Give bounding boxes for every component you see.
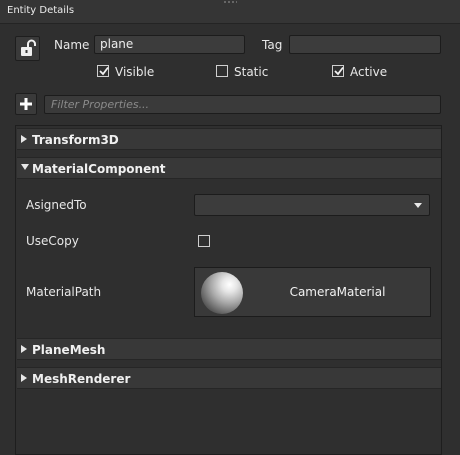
materialpath-value: CameraMaterial bbox=[289, 285, 386, 299]
add-component-button[interactable] bbox=[15, 93, 37, 115]
materialpath-field[interactable]: CameraMaterial bbox=[194, 267, 431, 317]
triangle-right-icon bbox=[21, 345, 27, 353]
panel-titlebar: Entity Details bbox=[0, 0, 460, 24]
section-meshrenderer[interactable]: MeshRenderer bbox=[17, 367, 441, 389]
section-title: MaterialComponent bbox=[32, 162, 166, 176]
triangle-down-icon bbox=[21, 164, 29, 170]
checkmark-icon bbox=[334, 66, 344, 76]
components-panel: Transform3D MaterialComponent AsignedTo … bbox=[15, 125, 442, 455]
asignedto-label: AsignedTo bbox=[26, 198, 87, 212]
section-materialcomponent[interactable]: MaterialComponent bbox=[17, 157, 441, 179]
section-title: MeshRenderer bbox=[32, 372, 131, 386]
filter-properties-input[interactable]: Filter Properties... bbox=[44, 95, 441, 114]
asignedto-dropdown[interactable] bbox=[194, 194, 430, 216]
triangle-right-icon bbox=[21, 135, 27, 143]
materialpath-label: MaterialPath bbox=[26, 285, 102, 299]
static-label: Static bbox=[234, 65, 269, 79]
visible-checkbox[interactable] bbox=[97, 65, 109, 77]
name-input[interactable]: plane bbox=[94, 35, 245, 54]
name-label: Name bbox=[54, 38, 90, 52]
visible-label: Visible bbox=[115, 65, 155, 79]
plus-icon bbox=[20, 98, 32, 110]
section-transform3d[interactable]: Transform3D bbox=[17, 128, 441, 150]
active-checkbox[interactable] bbox=[332, 65, 344, 77]
usecopy-checkbox[interactable] bbox=[198, 235, 210, 247]
usecopy-label: UseCopy bbox=[26, 234, 79, 248]
section-title: Transform3D bbox=[32, 133, 119, 147]
panel-title: Entity Details bbox=[7, 5, 75, 16]
section-planemesh[interactable]: PlaneMesh bbox=[17, 338, 441, 360]
active-label: Active bbox=[350, 65, 388, 79]
static-checkbox[interactable] bbox=[216, 65, 228, 77]
tag-label: Tag bbox=[262, 38, 283, 52]
triangle-right-icon bbox=[21, 374, 27, 382]
section-title: PlaneMesh bbox=[32, 343, 106, 357]
checkmark-icon bbox=[99, 66, 109, 76]
drag-grip-icon[interactable] bbox=[223, 0, 237, 4]
lock-toggle-button[interactable] bbox=[15, 36, 40, 61]
unlock-icon bbox=[21, 39, 36, 56]
tag-input[interactable] bbox=[289, 35, 441, 54]
chevron-down-icon bbox=[414, 203, 422, 208]
